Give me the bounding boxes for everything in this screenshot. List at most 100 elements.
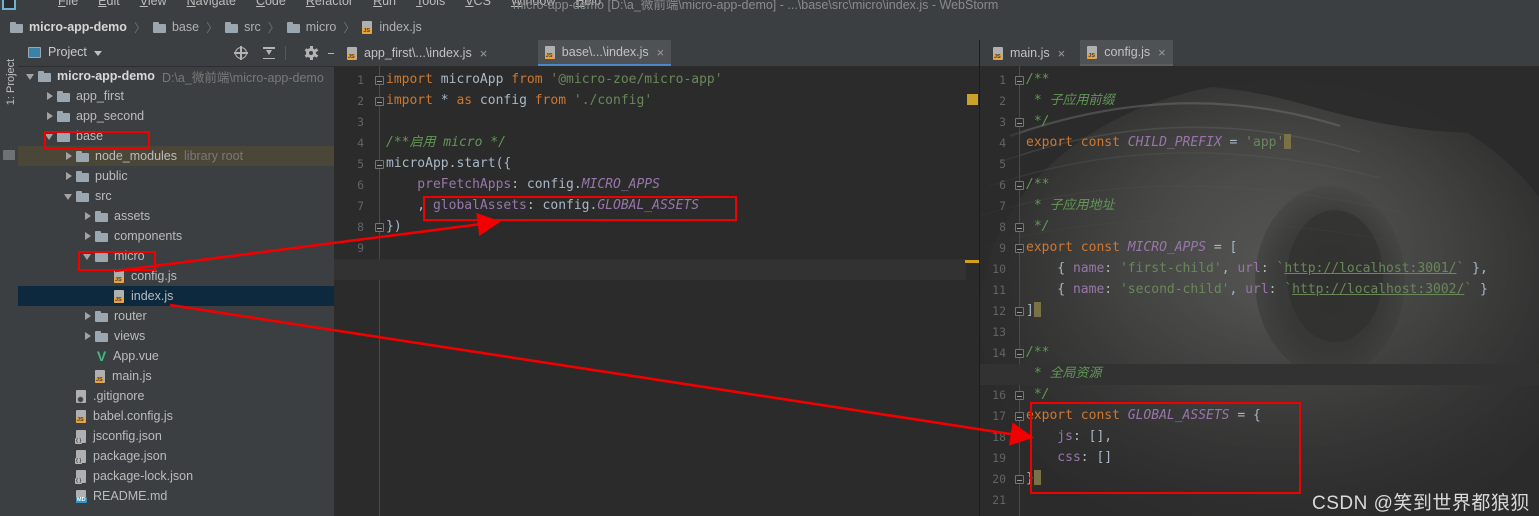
code-token: from [534,93,567,108]
menu-item-file[interactable]: File [48,0,88,8]
chevron-open-icon[interactable] [64,192,73,201]
code-token: */ [1026,219,1050,234]
menu-item-navigate[interactable]: Navigate [177,0,246,8]
code-token: '@micro-zoe/micro-app' [550,72,723,87]
tree-item-config-js[interactable]: config.js [18,266,334,286]
code-token: /** [1026,72,1050,87]
breadcrumb-item-micro[interactable]: micro [286,20,336,34]
tree-item-app-vue[interactable]: V App.vue [18,346,334,366]
tree-item-babel-config-js[interactable]: babel.config.js [18,406,334,426]
close-icon[interactable]: × [657,46,665,59]
menu-item-refactor[interactable]: Refactor [296,0,363,8]
menu-item-tools[interactable]: Tools [406,0,455,8]
code-token: } [1472,282,1488,297]
js-file-icon [114,289,126,303]
code-view-right[interactable]: 123456789101112131415161718192021 /** * … [980,66,1539,516]
gear-icon[interactable] [304,46,318,60]
code-token: 'app' [1245,135,1285,150]
code-token: * [432,93,457,108]
breadcrumb-item-micro-app-demo[interactable]: micro-app-demo [10,20,127,34]
tree-item-note: D:\a_微前端\micro-app-demo [161,70,324,85]
breadcrumb-item-src[interactable]: src [225,20,261,34]
tree-item-app-second[interactable]: app_second [18,106,334,126]
project-tree[interactable]: micro-app-demo D:\a_微前端\micro-app-demo app… [18,66,334,516]
chevron-open-icon[interactable] [83,252,92,261]
warning-marker[interactable] [967,94,978,105]
tree-item--gitignore[interactable]: .gitignore [18,386,334,406]
code-content-left[interactable]: import microApp from '@micro-zoe/micro-a… [334,66,979,516]
tree-item-public[interactable]: public [18,166,334,186]
code-token: name [1072,282,1105,297]
tree-item-main-js[interactable]: main.js [18,366,334,386]
chevron-open-icon[interactable] [45,132,54,141]
breadcrumb[interactable]: micro-app-demo 〉 base 〉 src 〉 micro 〉 index.js [0,14,1539,40]
editor-pane-right: main.js × config.js × [980,40,1539,516]
close-icon[interactable]: × [1158,46,1166,59]
locate-icon[interactable] [234,46,248,60]
breadcrumb-item-index-js[interactable]: index.js [362,20,422,34]
code-line: */ [1026,111,1050,132]
tree-item-assets[interactable]: assets [18,206,334,226]
tree-item-label: micro-app-demo [57,69,155,83]
chevron-closed-icon[interactable] [64,172,73,181]
tree-item-micro-app-demo[interactable]: micro-app-demo D:\a_微前端\micro-app-demo [18,66,334,86]
sidebar-item-project[interactable]: 1: Project [5,47,17,117]
tree-item-node-modules[interactable]: node_modules library root [18,146,334,166]
folder-icon [76,170,89,182]
chevron-down-icon[interactable] [94,51,102,56]
tree-item-label: package.json [93,449,167,463]
chevron-closed-icon[interactable] [83,332,92,341]
tree-item-app-first[interactable]: app_first [18,86,334,106]
chevron-closed-icon[interactable] [45,92,54,101]
folder-icon [10,21,23,33]
chevron-closed-icon[interactable] [83,312,92,321]
editor-tabs-left[interactable]: app_first\...\index.js× base\...\index.js… [334,40,979,66]
menu-item-code[interactable]: Code [246,0,296,8]
tree-item-components[interactable]: components [18,226,334,246]
tree-item-micro[interactable]: micro [18,246,334,266]
tree-item-base[interactable]: base [18,126,334,146]
menu-item-view[interactable]: View [130,0,177,8]
code-token: CHILD_PREFIX [1127,135,1222,150]
collapse-all-icon[interactable] [262,46,276,60]
menu-item-edit[interactable]: Edit [88,0,130,8]
chevron-closed-icon[interactable] [83,232,92,241]
code-token: , [1221,261,1238,276]
close-icon[interactable]: × [480,47,488,60]
tree-item-index-js[interactable]: index.js [18,286,334,306]
editor-tabs-right[interactable]: main.js × config.js × [980,40,1539,66]
tree-item-package-json[interactable]: package.json [18,446,334,466]
project-panel-header: Project [18,40,341,67]
chevron-closed-icon[interactable] [64,152,73,161]
tree-item-jsconfig-json[interactable]: jsconfig.json [18,426,334,446]
code-view-left[interactable]: 12345678910 import microApp from '@micro… [334,66,979,516]
tree-item-router[interactable]: router [18,306,334,326]
folder-icon [95,250,108,262]
vue-file-icon: V [96,347,107,364]
close-icon[interactable]: × [1058,47,1066,60]
chevron-open-icon[interactable] [26,72,35,81]
editor-tab-config-js[interactable]: config.js × [1080,40,1173,66]
tree-item-readme-md[interactable]: README.md [18,486,334,506]
menu-item-run[interactable]: Run [363,0,406,8]
chevron-closed-icon[interactable] [45,112,54,121]
editor-tab-label: main.js [1010,46,1050,60]
editor-tab-main-js[interactable]: main.js × [986,40,1072,66]
tree-item-label: config.js [131,269,177,283]
chevron-closed-icon[interactable] [83,212,92,221]
breadcrumb-item-base[interactable]: base [152,20,199,34]
code-token: import [386,93,433,108]
folder-icon [38,70,51,82]
editor-tab-app-first-index-js[interactable]: app_first\...\index.js × [340,40,494,66]
editor-tab-base-index-js[interactable]: base\...\index.js × [537,40,672,66]
tree-item-views[interactable]: views [18,326,334,346]
code-token: import [386,72,433,87]
menu-item-vcs[interactable]: VCS [455,0,501,8]
tree-item-src[interactable]: src [18,186,334,206]
tree-item-package-lock-json[interactable]: package-lock.json [18,466,334,486]
code-line: export const GLOBAL_ASSETS = { [1026,405,1261,426]
scrollbar-left[interactable] [965,92,979,516]
code-content-right[interactable]: /** * 子应用前缀 */ export const CHILD_PREFIX … [980,66,1539,516]
